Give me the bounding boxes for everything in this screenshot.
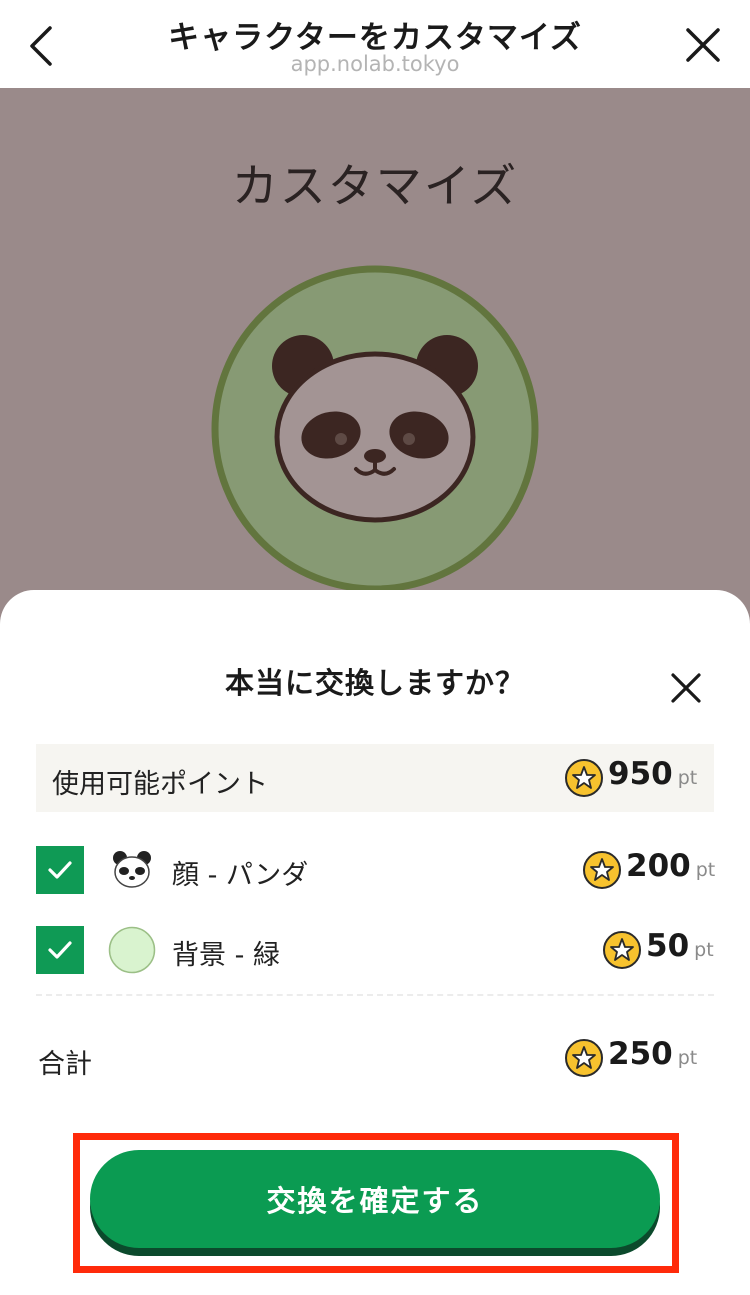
star-coin-icon [565, 759, 603, 797]
check-icon [48, 941, 72, 959]
browser-header: キャラクターをカスタマイズ app.nolab.tokyo [0, 0, 750, 88]
total-label: 合計 [38, 1049, 92, 1080]
panda-avatar [210, 264, 540, 594]
customize-heading: カスタマイズ [231, 159, 519, 213]
check-icon [48, 861, 72, 879]
item-label: 顔 - パンダ [172, 860, 309, 891]
list-item-face-panda: 顔 - パンダ 200 pt [36, 840, 715, 900]
item-points: 200 pt [582, 848, 715, 892]
star-coin-icon [583, 851, 621, 889]
close-icon[interactable] [682, 24, 724, 66]
points-unit: pt [677, 1047, 698, 1069]
points-unit: pt [695, 859, 716, 881]
available-points-value: 950 pt [564, 756, 697, 800]
dashed-divider [36, 994, 714, 996]
green-background-swatch [108, 926, 156, 974]
points-number: 950 [608, 756, 673, 792]
points-number: 50 [646, 928, 690, 964]
dialog-close-icon[interactable] [668, 670, 704, 706]
page-url: app.nolab.tokyo [290, 52, 460, 76]
item-points: 50 pt [602, 928, 714, 972]
item-label: 背景 - 緑 [172, 940, 280, 971]
checkbox-face-panda[interactable] [36, 846, 84, 894]
points-unit: pt [677, 767, 698, 789]
star-coin-icon [565, 1039, 603, 1077]
exchange-confirm-sheet: 本当に交換しますか？ 使用可能ポイント 950 pt 顔 - パンダ 200 p… [0, 590, 750, 1295]
list-item-background-green: 背景 - 緑 50 pt [36, 920, 714, 980]
page-title: キャラクターをカスタマイズ [168, 20, 582, 56]
available-points-label: 使用可能ポイント [52, 769, 268, 800]
total-points: 250 pt [564, 1036, 697, 1080]
panda-icon [108, 846, 156, 894]
points-number: 200 [626, 848, 691, 884]
available-points-row: 使用可能ポイント 950 pt [36, 744, 714, 812]
checkbox-background-green[interactable] [36, 926, 84, 974]
dialog-title: 本当に交換しますか？ [224, 666, 525, 700]
points-unit: pt [694, 939, 714, 961]
confirm-exchange-button[interactable]: 交換を確定する [90, 1150, 660, 1248]
points-number: 250 [608, 1036, 673, 1072]
star-coin-icon [603, 931, 641, 969]
